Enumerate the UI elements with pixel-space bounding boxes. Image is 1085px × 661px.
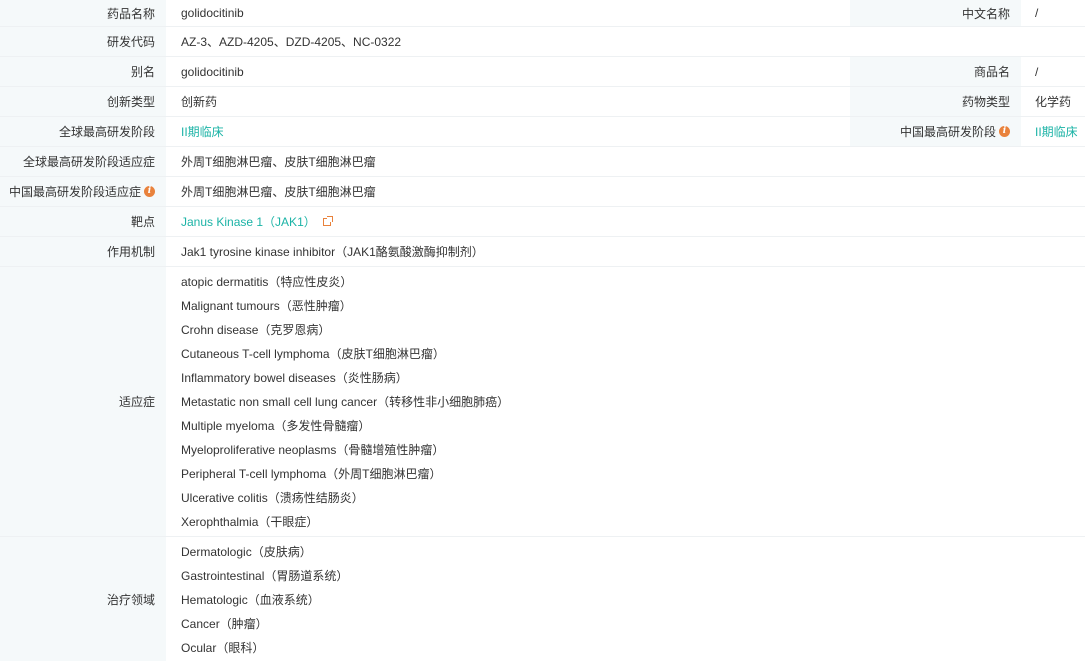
label-innovation-type: 创新类型 (0, 87, 166, 116)
label-target: 靶点 (0, 207, 166, 236)
row-innovation: 创新类型 创新药 药物类型 化学药 (0, 87, 1085, 117)
drug-info-table: 药品名称 golidocitinib 中文名称 / 研发代码 AZ-3、AZD-… (0, 0, 1085, 661)
value-trade-name: / (1035, 64, 1039, 79)
list-item: Myeloproliferative neoplasms（骨髓增殖性肿瘤） (181, 442, 445, 457)
list-item: atopic dermatitis（特应性皮炎） (181, 274, 353, 289)
list-item: Dermatologic（皮肤病） (181, 545, 312, 559)
row-drug-name: 药品名称 golidocitinib 中文名称 / (0, 0, 1085, 27)
label-drug-type: 药物类型 (850, 87, 1021, 116)
label-china-phase: 中国最高研发阶段 i (850, 117, 1021, 146)
list-item: Crohn disease（克罗恩病） (181, 322, 331, 337)
row-mechanism: 作用机制 Jak1 tyrosine kinase inhibitor（JAK1… (0, 237, 1085, 267)
therapeutic-area-list: Dermatologic（皮肤病） Gastrointestinal（胃肠道系统… (166, 537, 1085, 661)
value-target: Janus Kinase 1（JAK1） (166, 207, 1085, 236)
label-mechanism: 作用机制 (0, 237, 166, 266)
list-item: Inflammatory bowel diseases（炎性肠病） (181, 370, 408, 385)
label-drug-name: 药品名称 (0, 0, 166, 26)
label-china-indication-text: 中国最高研发阶段适应症 (8, 185, 141, 199)
value-rd-code: AZ-3、AZD-4205、DZD-4205、NC-0322 (181, 35, 402, 49)
value-mechanism: Jak1 tyrosine kinase inhibitor（JAK1酪氨酸激酶… (181, 245, 484, 259)
target-link[interactable]: Janus Kinase 1（JAK1） (181, 213, 316, 230)
label-indications: 适应症 (0, 267, 166, 536)
value-drug-type: 化学药 (1035, 95, 1072, 109)
global-phase-link[interactable]: II期临床 (181, 123, 224, 140)
label-china-phase-text: 中国最高研发阶段 (899, 125, 996, 139)
value-innovation-type: 创新药 (181, 95, 218, 109)
list-item: Malignant tumours（恶性肿瘤） (181, 298, 352, 313)
label-global-indication: 全球最高研发阶段适应症 (0, 147, 166, 176)
china-phase-link[interactable]: II期临床 (1035, 123, 1078, 140)
list-item: Cutaneous T-cell lymphoma（皮肤T细胞淋巴瘤） (181, 346, 445, 361)
indications-list: atopic dermatitis（特应性皮炎） Malignant tumou… (166, 267, 1085, 536)
value-drug-name: golidocitinib (181, 6, 244, 20)
value-global-phase: II期临床 (166, 117, 850, 146)
row-alias: 别名 golidocitinib 商品名 / (0, 57, 1085, 87)
row-therapeutic-area: 治疗领域 Dermatologic（皮肤病） Gastrointestinal（… (0, 537, 1085, 661)
label-china-indication: 中国最高研发阶段适应症 i (0, 177, 166, 206)
label-alias: 别名 (0, 57, 166, 86)
value-global-indication: 外周T细胞淋巴瘤、皮肤T细胞淋巴瘤 (181, 155, 376, 169)
list-item: Gastrointestinal（胃肠道系统） (181, 569, 349, 583)
info-icon[interactable]: i (999, 126, 1010, 137)
value-china-indication: 外周T细胞淋巴瘤、皮肤T细胞淋巴瘤 (181, 185, 376, 199)
value-chinese-name: / (1035, 6, 1039, 20)
row-target: 靶点 Janus Kinase 1（JAK1） (0, 207, 1085, 237)
label-chinese-name: 中文名称 (850, 0, 1021, 26)
list-item: Ulcerative colitis（溃疡性结肠炎） (181, 490, 364, 505)
label-global-phase: 全球最高研发阶段 (0, 117, 166, 146)
list-item: Multiple myeloma（多发性骨髓瘤） (181, 418, 371, 433)
list-item: Ocular（眼科） (181, 641, 265, 655)
label-trade-name: 商品名 (850, 57, 1021, 86)
list-item: Metastatic non small cell lung cancer（转移… (181, 394, 510, 409)
row-rd-code: 研发代码 AZ-3、AZD-4205、DZD-4205、NC-0322 (0, 27, 1085, 57)
info-icon[interactable]: i (144, 186, 155, 197)
row-global-phase: 全球最高研发阶段 II期临床 中国最高研发阶段 i II期临床 (0, 117, 1085, 147)
list-item: Hematologic（血液系统） (181, 593, 320, 607)
label-rd-code: 研发代码 (0, 27, 166, 56)
list-item: Cancer（肿瘤） (181, 617, 268, 631)
row-global-indication: 全球最高研发阶段适应症 外周T细胞淋巴瘤、皮肤T细胞淋巴瘤 (0, 147, 1085, 177)
label-therapeutic-area: 治疗领域 (0, 537, 166, 661)
value-alias: golidocitinib (181, 64, 244, 79)
list-item: Peripheral T-cell lymphoma（外周T细胞淋巴瘤） (181, 466, 442, 481)
row-china-indication: 中国最高研发阶段适应症 i 外周T细胞淋巴瘤、皮肤T细胞淋巴瘤 (0, 177, 1085, 207)
value-china-phase: II期临床 (1021, 117, 1085, 146)
row-indications: 适应症 atopic dermatitis（特应性皮炎） Malignant t… (0, 267, 1085, 537)
list-item: Xerophthalmia（干眼症） (181, 514, 319, 529)
external-link-icon[interactable] (322, 215, 333, 226)
